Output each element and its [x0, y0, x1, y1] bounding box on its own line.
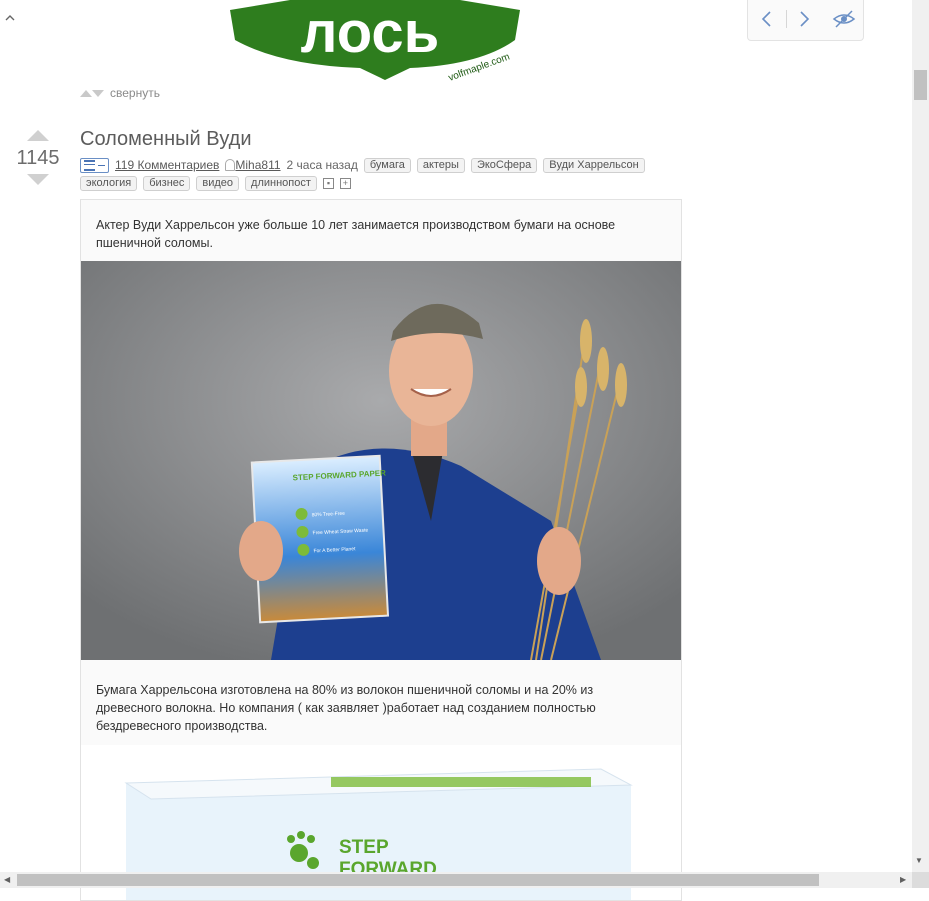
- tag[interactable]: Вуди Харрельсон: [543, 157, 645, 173]
- post-content: Актер Вуди Харрельсон уже больше 10 лет …: [80, 199, 682, 901]
- scrollbar-corner: [912, 872, 929, 888]
- scroll-right-arrow-icon[interactable]: ▶: [900, 875, 906, 885]
- tag[interactable]: видео: [196, 176, 240, 191]
- arrow-up-icon: [80, 89, 92, 97]
- nav-divider: [786, 10, 787, 28]
- post-time: 2 часа назад: [286, 158, 358, 172]
- add-icon[interactable]: +: [339, 178, 351, 189]
- user-icon: [225, 159, 236, 171]
- post-photo-woody[interactable]: STEP FORWARD PAPER 80% Tree-Free Free Wh…: [81, 261, 681, 660]
- post-meta: 119 Комментариев Miha811 2 часа назад бу…: [80, 156, 680, 191]
- chevron-left-icon[interactable]: [756, 8, 778, 30]
- save-icon[interactable]: ▪: [322, 178, 334, 189]
- scroll-down-arrow-icon[interactable]: ▼: [915, 856, 923, 866]
- minus-icon: [98, 164, 105, 166]
- tag[interactable]: длиннопост: [245, 176, 317, 191]
- logo-text: лось: [301, 0, 440, 65]
- horizontal-scroll-thumb[interactable]: [17, 874, 819, 886]
- vote-up-button[interactable]: [27, 130, 49, 141]
- post-paragraph-2: Бумага Харрельсона изготовлена на 80% из…: [96, 683, 596, 733]
- tag[interactable]: бумага: [363, 157, 411, 173]
- vertical-scrollbar[interactable]: [912, 0, 929, 872]
- collapse-toggle[interactable]: свернуть: [80, 86, 160, 100]
- site-logo[interactable]: лось volfmaple.com: [230, 0, 520, 84]
- post-paragraph-1: Актер Вуди Харрельсон уже больше 10 лет …: [96, 218, 616, 250]
- list-icon: [84, 159, 95, 171]
- vertical-scroll-thumb[interactable]: [914, 70, 927, 100]
- tag[interactable]: бизнес: [143, 176, 191, 191]
- tag[interactable]: актеры: [416, 157, 465, 173]
- arrow-down-icon: [92, 89, 104, 97]
- comments-link[interactable]: 119 Комментариев: [115, 156, 219, 174]
- post-title[interactable]: Соломенный Вуди: [80, 128, 252, 151]
- chevron-right-icon[interactable]: [793, 8, 815, 30]
- tag[interactable]: ЭкоСфера: [470, 157, 538, 173]
- scroll-left-arrow-icon[interactable]: ◀: [4, 875, 10, 885]
- rating-count: 1145: [16, 147, 60, 169]
- vote-down-button[interactable]: [27, 174, 49, 185]
- story-navigation: [747, 0, 864, 41]
- view-toggle-button[interactable]: [80, 157, 109, 173]
- author-link[interactable]: Miha811: [235, 156, 280, 174]
- tag[interactable]: экология: [80, 176, 138, 191]
- collapse-label: свернуть: [110, 86, 160, 100]
- box-brand-line1: STEP: [339, 837, 389, 858]
- caret-up-icon[interactable]: [4, 12, 16, 24]
- hide-eye-icon[interactable]: [831, 8, 857, 30]
